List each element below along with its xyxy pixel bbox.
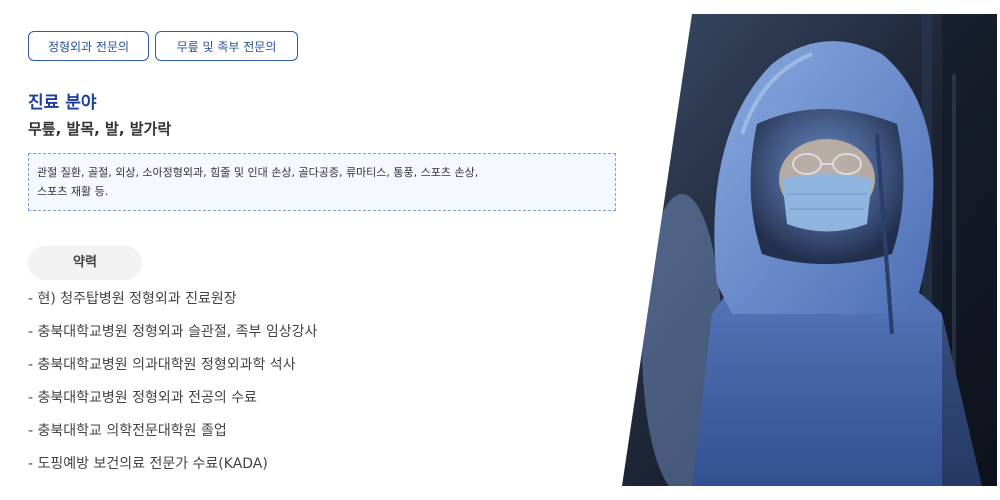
specialty-detail-line-1: 관절 질환, 골절, 외상, 소아정형외과, 힘줄 및 인대 손상, 골다공증,… xyxy=(37,166,479,179)
specialty-detail-line-2: 스포츠 재활 등. xyxy=(37,185,109,198)
career-item: - 현) 청주탑병원 정형외과 진료원장 xyxy=(28,291,237,307)
specialty-tags: 정형외과 전문의 무릎 및 족부 전문의 xyxy=(28,31,298,61)
specialty-title: 진료 분야 xyxy=(28,93,97,113)
career-item: - 충북대학교병원 정형외과 슬관절, 족부 임상강사 xyxy=(28,324,318,340)
surgeon-photo xyxy=(622,14,997,486)
profile-info: 정형외과 전문의 무릎 및 족부 전문의 진료 분야 무릎, 발목, 발, 발가… xyxy=(28,0,628,500)
surgeon-photo-illustration xyxy=(622,14,997,486)
tag-orthopedic-specialist: 정형외과 전문의 xyxy=(28,31,149,61)
career-list: - 현) 청주탑병원 정형외과 진료원장 - 충북대학교병원 정형외과 슬관절,… xyxy=(28,288,317,486)
career-item: - 충북대학교 의학전문대학원 졸업 xyxy=(28,423,227,439)
career-item: - 충북대학교병원 의과대학원 정형외과학 석사 xyxy=(28,357,296,373)
career-title: 약력 xyxy=(28,246,142,280)
specialty-detail-box: 관절 질환, 골절, 외상, 소아정형외과, 힘줄 및 인대 손상, 골다공증,… xyxy=(28,153,616,211)
career-item: - 도핑예방 보건의료 전문가 수료(KADA) xyxy=(28,456,268,472)
doctor-profile: 정형외과 전문의 무릎 및 족부 전문의 진료 분야 무릎, 발목, 발, 발가… xyxy=(0,0,1000,500)
career-item: - 충북대학교병원 정형외과 전공의 수료 xyxy=(28,390,257,406)
tag-knee-foot-specialist: 무릎 및 족부 전문의 xyxy=(155,31,298,61)
specialty-subtitle: 무릎, 발목, 발, 발가락 xyxy=(28,120,172,138)
